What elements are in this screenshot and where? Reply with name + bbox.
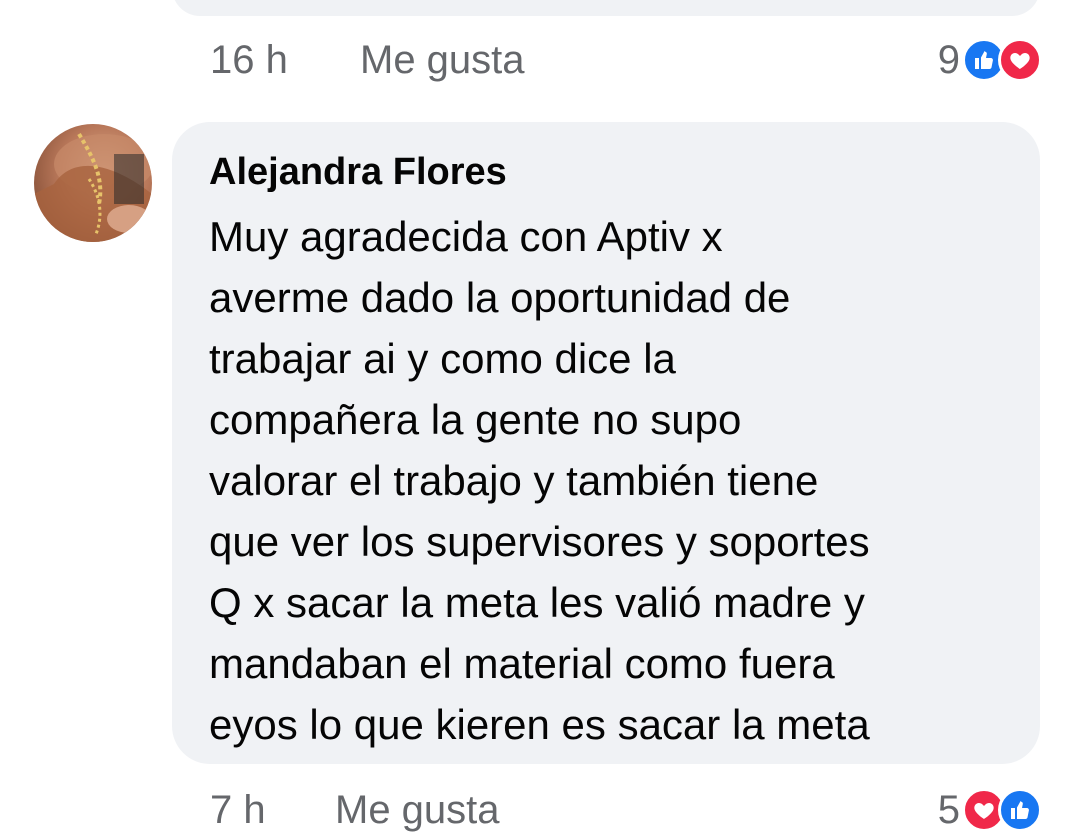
reaction-summary[interactable]: 9 [938, 36, 1042, 84]
comment-text-line: Q x sacar la meta les valió madre y [209, 579, 865, 626]
comment-text-line: Muy agradecida con Aptiv x [209, 213, 723, 260]
like-button[interactable]: Me gusta [360, 36, 525, 84]
previous-comment-actions: 16 h Me gusta 9 [0, 32, 1078, 88]
reaction-count: 5 [937, 788, 960, 832]
avatar-image [34, 132, 152, 242]
comment-text-line: que ver los supervisores y soportes [209, 518, 870, 565]
comment-author-name[interactable]: Alejandra Flores [209, 148, 1010, 196]
reaction-count: 9 [937, 38, 960, 82]
comment-text-line: eyos lo que kieren es sacar la meta [209, 701, 870, 748]
reaction-icons [962, 38, 1042, 82]
like-icon [998, 788, 1042, 832]
comment-text: Muy agradecida con Aptiv x averme dado l… [209, 206, 1010, 755]
comment-text-line: valorar el trabajo y también tiene [209, 457, 819, 504]
reaction-summary[interactable]: 5 [938, 786, 1042, 834]
comment-text-line: averme dado la oportunidad de [209, 274, 791, 321]
comment-timestamp[interactable]: 7 h [210, 786, 266, 834]
comment-timestamp[interactable]: 16 h [210, 36, 288, 84]
comment-text-line: compañera la gente no supo [209, 396, 742, 443]
previous-comment-bubble [172, 0, 1040, 16]
avatar[interactable] [34, 124, 152, 242]
comment-bubble: Alejandra Flores Muy agradecida con Apti… [172, 122, 1040, 764]
comment-text-line: mandaban el material como fuera [209, 640, 835, 687]
love-icon [998, 38, 1042, 82]
comment-text-line: trabajar ai y como dice la [209, 335, 676, 382]
reaction-icons [962, 788, 1042, 832]
like-button[interactable]: Me gusta [335, 786, 500, 834]
